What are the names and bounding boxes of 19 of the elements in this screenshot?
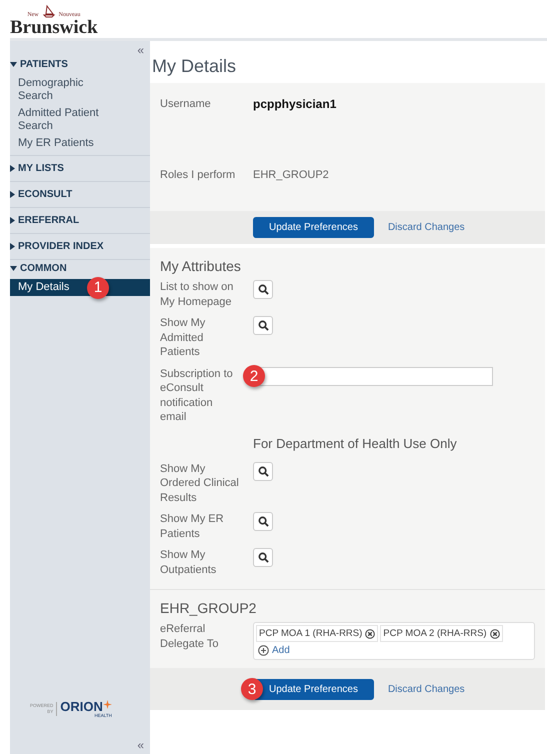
- tag-text: PCP MOA 2 (RHA-RRS): [383, 628, 487, 639]
- field-label: Subscription to eConsult notification email: [160, 366, 234, 424]
- roles-value: EHR_GROUP2: [253, 168, 330, 182]
- field-label: Show My ER Patients: [160, 512, 225, 541]
- section-title: My Attributes: [159, 257, 242, 276]
- field-label: eReferral Delegate To: [160, 622, 220, 651]
- username-value: pcpphysician1: [253, 97, 338, 111]
- field-label: Show My Ordered Clinical Results: [160, 462, 240, 505]
- field-label: Show My Outpatients: [160, 548, 218, 577]
- field-label: Username: [160, 97, 212, 112]
- section-subtitle: For Department of Health Use Only: [252, 434, 458, 453]
- section-title: EHR_GROUP2: [159, 599, 258, 618]
- field-label: List to show on My Homepage: [160, 280, 234, 309]
- logo-text: Brunswick: [10, 18, 98, 37]
- field-label: Roles I perform: [160, 168, 236, 182]
- logo-text: ORION: [60, 700, 103, 713]
- field-label: Show My Admitted Patients: [160, 316, 206, 360]
- page-title: My Details: [151, 55, 238, 78]
- tag-text: PCP MOA 1 (RHA-RRS): [259, 628, 362, 639]
